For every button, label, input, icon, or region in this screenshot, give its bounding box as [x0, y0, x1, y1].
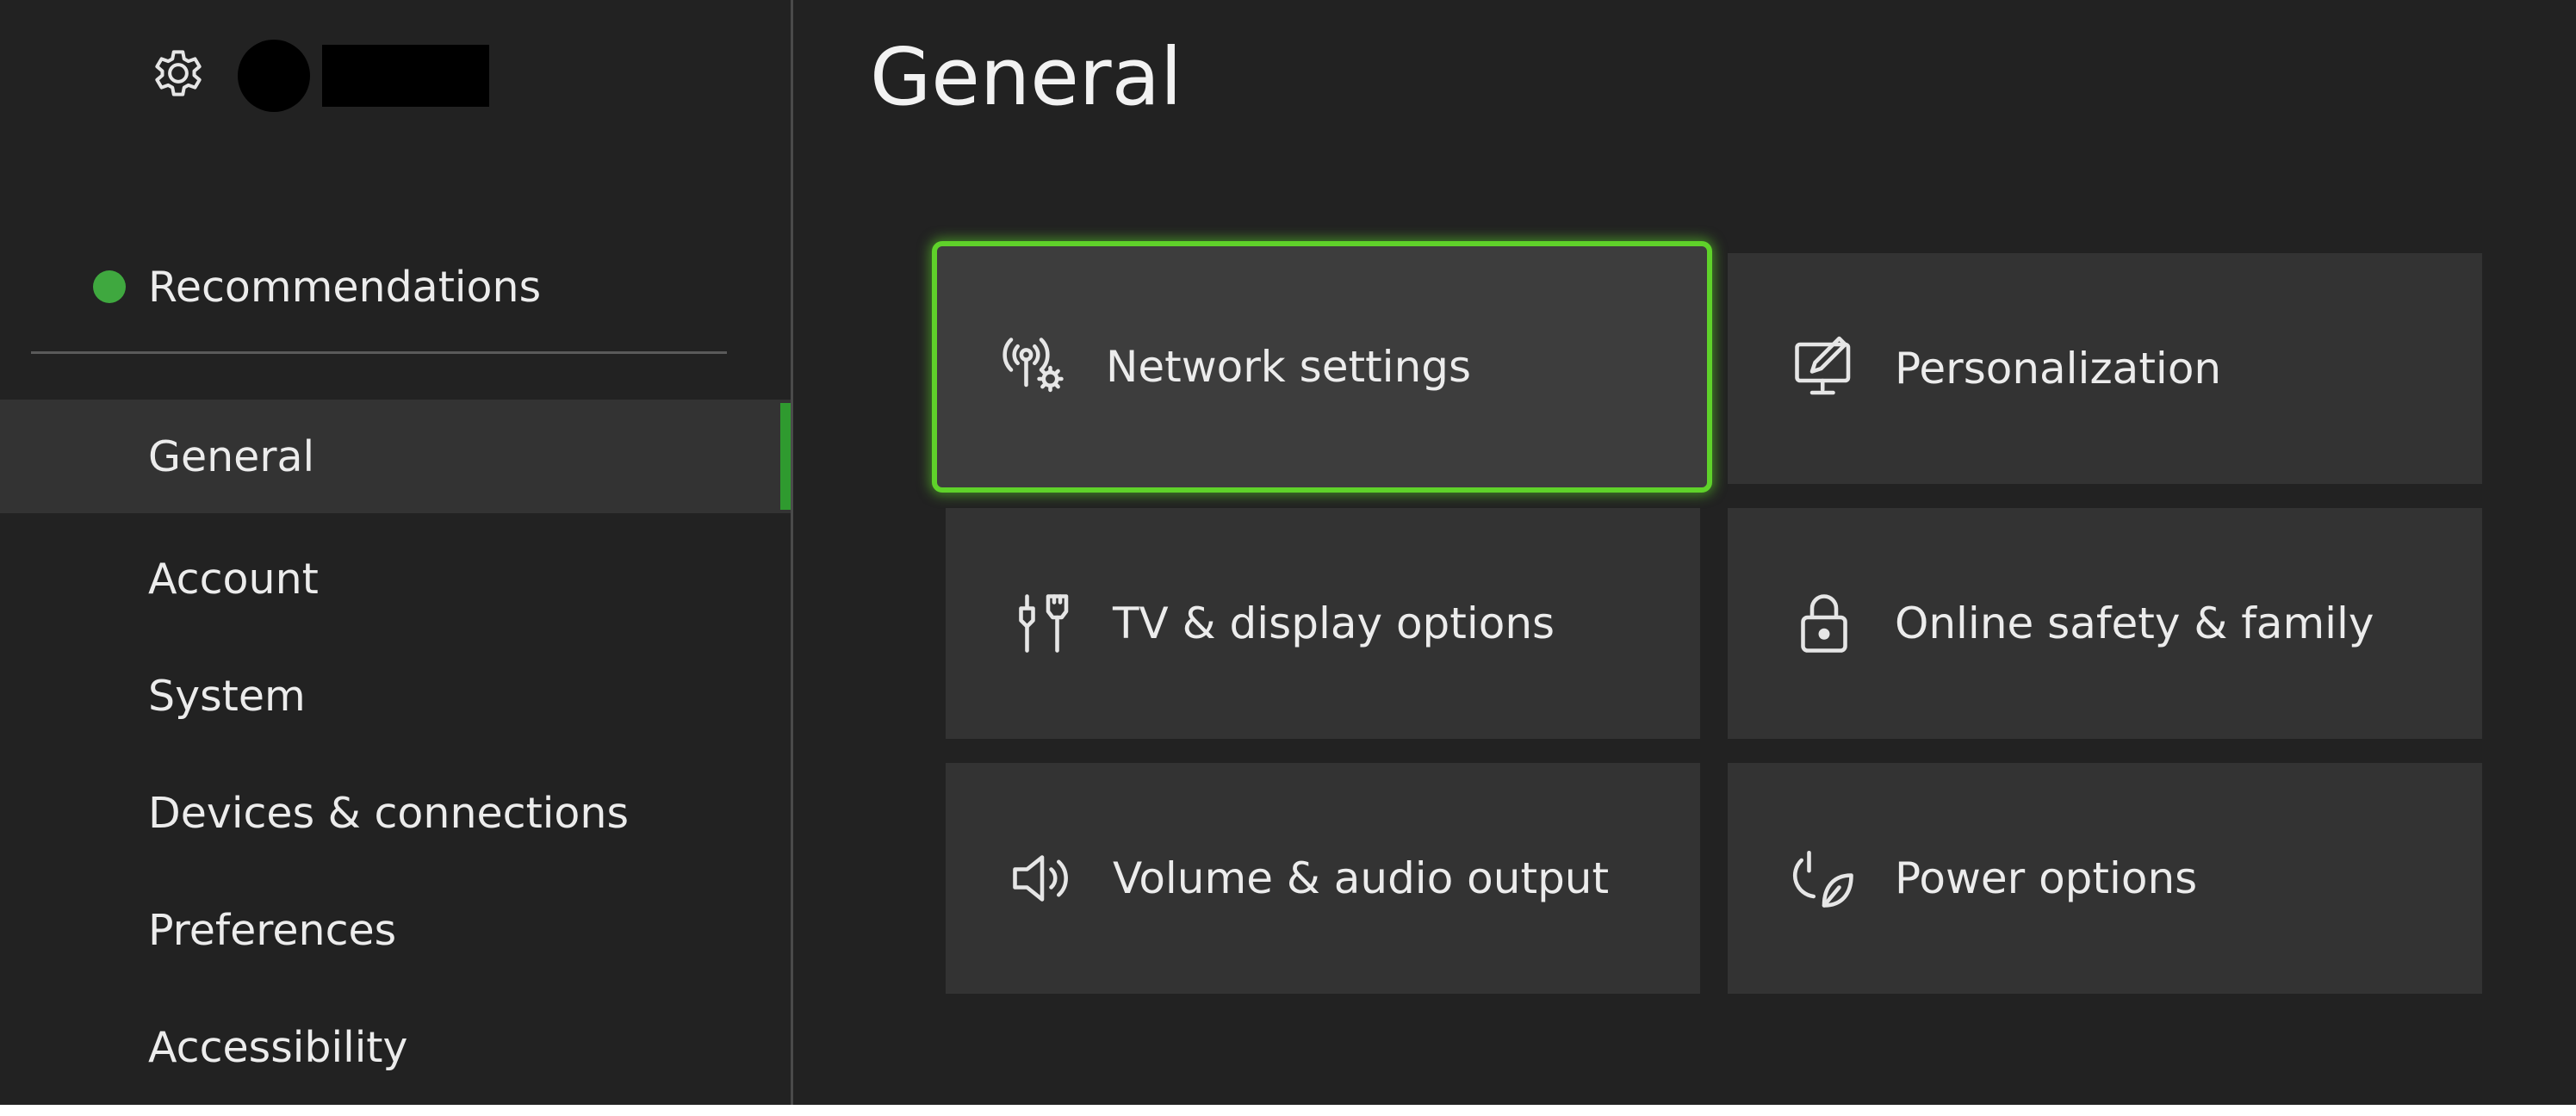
tile-network-settings[interactable]: Network settings	[932, 241, 1712, 493]
recommendation-dot-icon	[93, 270, 126, 303]
tile-power-options[interactable]: Power options	[1728, 763, 2482, 994]
settings-screen: Recommendations General Account System D…	[0, 0, 2576, 1105]
tile-label: Volume & audio output	[1113, 853, 1610, 903]
sidebar-item-accessibility[interactable]: Accessibility	[0, 990, 791, 1104]
tile-label: Personalization	[1895, 344, 2222, 394]
speaker-icon	[1006, 842, 1078, 914]
sidebar-border	[791, 0, 793, 1105]
gamertag-redacted	[322, 45, 489, 107]
tile-online-safety-family[interactable]: Online safety & family	[1728, 508, 2482, 739]
tile-label: Online safety & family	[1895, 598, 2374, 648]
tile-label: Network settings	[1106, 342, 1472, 392]
tile-volume-audio-output[interactable]: Volume & audio output	[946, 763, 1700, 994]
tv-display-icon	[1006, 587, 1078, 660]
tile-label: Power options	[1895, 853, 2198, 903]
gear-icon[interactable]	[146, 41, 210, 105]
sidebar-item-system[interactable]: System	[0, 639, 791, 753]
sidebar-item-general[interactable]: General	[0, 400, 791, 513]
tile-label: TV & display options	[1113, 598, 1555, 648]
sidebar-divider	[31, 351, 727, 354]
power-leaf-icon	[1788, 842, 1860, 914]
sidebar: Recommendations General Account System D…	[0, 0, 792, 1105]
network-settings-icon	[999, 331, 1071, 403]
sidebar-recommendations[interactable]: Recommendations	[148, 260, 541, 315]
sidebar-item-preferences[interactable]: Preferences	[0, 873, 791, 987]
sidebar-item-devices-connections[interactable]: Devices & connections	[0, 756, 791, 870]
lock-icon	[1788, 587, 1860, 660]
tile-personalization[interactable]: Personalization	[1728, 253, 2482, 484]
avatar[interactable]	[238, 40, 310, 112]
sidebar-item-account[interactable]: Account	[0, 522, 791, 636]
tile-tv-display-options[interactable]: TV & display options	[946, 508, 1700, 739]
page-title: General	[870, 31, 1182, 123]
personalization-icon	[1788, 332, 1860, 405]
